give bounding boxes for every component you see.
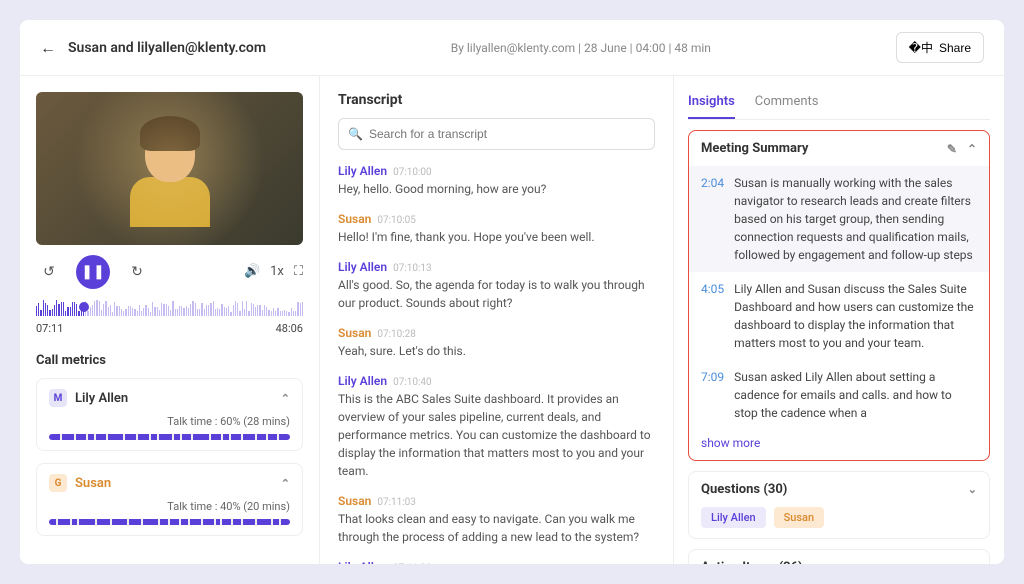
chip-lily[interactable]: Lily Allen: [701, 507, 766, 528]
tab-comments[interactable]: Comments: [755, 86, 819, 119]
volume-icon[interactable]: 🔊: [244, 264, 260, 279]
speaker-name: Lily Allen: [75, 391, 128, 406]
questions-header[interactable]: Questions (30) ⌄: [689, 472, 989, 507]
transcript-item[interactable]: Susan 07:10:28 Yeah, sure. Let's do this.: [338, 324, 655, 360]
forward-icon[interactable]: ↻: [124, 259, 150, 285]
transcript-heading: Transcript: [338, 92, 655, 108]
questions-panel: Questions (30) ⌄ Lily Allen Susan: [688, 471, 990, 539]
header-meta: By lilyallen@klenty.com | 28 June | 04:0…: [278, 41, 884, 55]
transcript-speaker: Susan: [338, 326, 371, 340]
transcript-timestamp: 07:10:00: [393, 167, 432, 178]
meeting-summary-header[interactable]: Meeting Summary ✎ ⌃: [689, 131, 989, 166]
transcript-text: That looks clean and easy to navigate. C…: [338, 510, 655, 546]
chevron-up-icon[interactable]: ⌃: [281, 477, 290, 490]
transcript-item[interactable]: Lily Allen 07:10:40 This is the ABC Sales …: [338, 372, 655, 480]
transcript-text: Hey, hello. Good morning, how are you?: [338, 180, 655, 198]
share-button[interactable]: �中 Share: [896, 32, 984, 63]
pause-button[interactable]: ❚❚: [76, 255, 110, 289]
avatar: G: [49, 474, 67, 492]
summary-item[interactable]: 7:09 Susan asked Lily Allen about setting…: [689, 360, 989, 430]
fullscreen-icon[interactable]: ⛶: [294, 264, 303, 279]
audio-waveform[interactable]: [36, 299, 303, 316]
talk-time-label: Talk time : 40% (20 mins): [49, 500, 290, 513]
transcript-search-input[interactable]: [338, 118, 655, 150]
transcript-speaker: Lily Allen: [338, 374, 387, 388]
transcript-timestamp: 07:10:13: [393, 263, 432, 274]
action-items-header[interactable]: Action Items (36) ⌄: [689, 550, 989, 564]
transcript-text: All's good. So, the agenda for today is …: [338, 276, 655, 312]
action-items-panel: Action Items (36) ⌄ Lily Allen Susan: [688, 549, 990, 564]
transcript-timestamp: 07:10:40: [393, 377, 432, 388]
tab-insights[interactable]: Insights: [688, 86, 735, 119]
summary-timestamp[interactable]: 7:09: [701, 368, 724, 422]
chevron-down-icon[interactable]: ⌄: [968, 483, 977, 496]
show-more-link[interactable]: show more: [689, 430, 989, 460]
video-thumbnail[interactable]: [36, 92, 303, 245]
summary-text: Lily Allen and Susan discuss the Sales S…: [734, 280, 977, 352]
transcript-speaker: Susan: [338, 212, 371, 226]
summary-text: Susan is manually working with the sales…: [734, 174, 977, 264]
transcript-timestamp: 07:11:30: [393, 563, 432, 564]
avatar: M: [49, 389, 67, 407]
transcript-speaker: Lily Allen: [338, 260, 387, 274]
transcript-text: Hello! I'm fine, thank you. Hope you've …: [338, 228, 655, 246]
speaker-name: Susan: [75, 476, 111, 491]
transcript-item[interactable]: Lily Allen07:11:30Absolutely! To add a n…: [338, 558, 655, 564]
transcript-timestamp: 07:10:05: [377, 215, 416, 226]
summary-timestamp[interactable]: 2:04: [701, 174, 724, 264]
current-time: 07:11: [36, 322, 63, 335]
transcript-item[interactable]: Susan 07:11:03 That looks clean and easy t…: [338, 492, 655, 546]
talk-time-label: Talk time : 60% (28 mins): [49, 415, 290, 428]
transcript-timestamp: 07:10:28: [377, 329, 416, 340]
playback-speed[interactable]: 1x: [270, 264, 284, 279]
transcript-speaker: Lily Allen: [338, 560, 387, 564]
rewind-icon[interactable]: ↺: [36, 259, 62, 285]
summary-item[interactable]: 2:04 Susan is manually working with the s…: [689, 166, 989, 272]
edit-icon[interactable]: ✎: [947, 142, 957, 156]
share-icon: �中: [909, 39, 933, 56]
transcript-item[interactable]: Lily Allen 07:10:00 Hey, hello. Good morni…: [338, 162, 655, 198]
transcript-item[interactable]: Susan 07:10:05 Hello! I'm fine, thank you.…: [338, 210, 655, 246]
total-time: 48:06: [276, 322, 303, 335]
search-icon: 🔍: [348, 127, 363, 141]
chevron-up-icon[interactable]: ⌃: [281, 392, 290, 405]
talk-bar: [49, 519, 290, 525]
summary-item[interactable]: 4:05 Lily Allen and Susan discuss the Sal…: [689, 272, 989, 360]
transcript-text: Yeah, sure. Let's do this.: [338, 342, 655, 360]
summary-text: Susan asked Lily Allen about setting a c…: [734, 368, 977, 422]
call-metrics-heading: Call metrics: [36, 353, 303, 368]
chevron-up-icon[interactable]: ⌃: [967, 142, 977, 156]
transcript-speaker: Susan: [338, 494, 371, 508]
talk-bar: [49, 434, 290, 440]
transcript-item[interactable]: Lily Allen 07:10:13 All's good. So, the ag…: [338, 258, 655, 312]
page-title: Susan and lilyallen@klenty.com: [68, 40, 266, 56]
transcript-speaker: Lily Allen: [338, 164, 387, 178]
speaker-card[interactable]: G Susan ⌃ Talk time : 40% (20 mins): [36, 463, 303, 536]
chevron-down-icon[interactable]: ⌄: [968, 561, 977, 564]
meeting-summary-panel: Meeting Summary ✎ ⌃ 2:04 Susan is manuall…: [688, 130, 990, 461]
back-arrow-icon[interactable]: ←: [40, 38, 56, 58]
transcript-text: This is the ABC Sales Suite dashboard. I…: [338, 390, 655, 480]
speaker-card[interactable]: M Lily Allen ⌃ Talk time : 60% (28 mins): [36, 378, 303, 451]
chip-susan[interactable]: Susan: [774, 507, 825, 528]
transcript-timestamp: 07:11:03: [377, 497, 416, 508]
summary-timestamp[interactable]: 4:05: [701, 280, 724, 352]
